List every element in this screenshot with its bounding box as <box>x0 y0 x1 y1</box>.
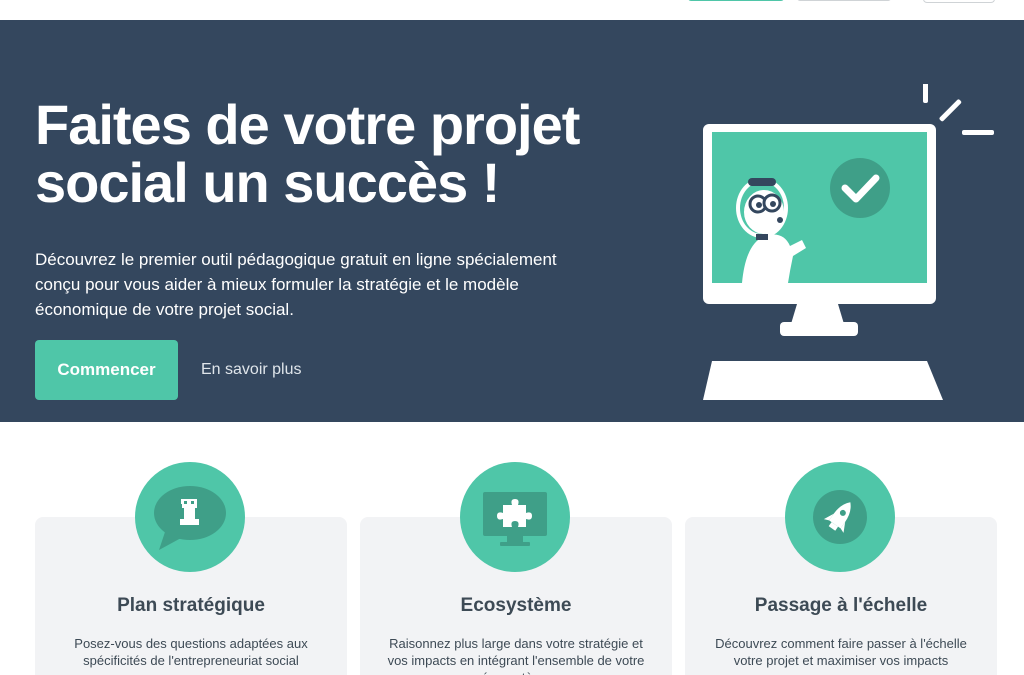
feature-title: Ecosystème <box>460 595 572 616</box>
chess-rook-icon <box>154 486 226 550</box>
hero-title-line-2: social un succès ! <box>35 151 500 214</box>
computer-with-character-icon <box>703 84 994 400</box>
hero-description: Découvrez le premier outil pédagogique g… <box>35 250 557 319</box>
top-navigation <box>0 0 1024 20</box>
feature-icon-circle <box>785 462 895 572</box>
hero-title-line-1: Faites de votre projet <box>35 93 580 156</box>
nav-language-button[interactable] <box>923 0 995 3</box>
hero-title: Faites de votre projet social un succès … <box>35 96 635 212</box>
hero-section: Faites de votre projet social un succès … <box>0 20 1024 422</box>
feature-text: Découvrez comment faire passer à l'échel… <box>715 636 967 668</box>
feature-title: Passage à l'échelle <box>754 595 928 616</box>
feature-icon-circle <box>135 462 245 572</box>
puzzle-piece-icon <box>483 492 547 546</box>
nav-primary-button[interactable] <box>688 0 784 1</box>
feature-title: Plan stratégique <box>117 595 265 616</box>
nav-secondary-button[interactable] <box>797 0 891 1</box>
feature-text: Posez-vous des questions adaptées aux sp… <box>74 636 308 668</box>
rocket-icon <box>813 490 867 544</box>
learn-more-link[interactable]: En savoir plus <box>201 361 302 379</box>
feature-icon-circle <box>460 462 570 572</box>
feature-text: Raisonnez plus large dans votre stratégi… <box>387 636 645 675</box>
start-button[interactable]: Commencer <box>35 340 178 400</box>
